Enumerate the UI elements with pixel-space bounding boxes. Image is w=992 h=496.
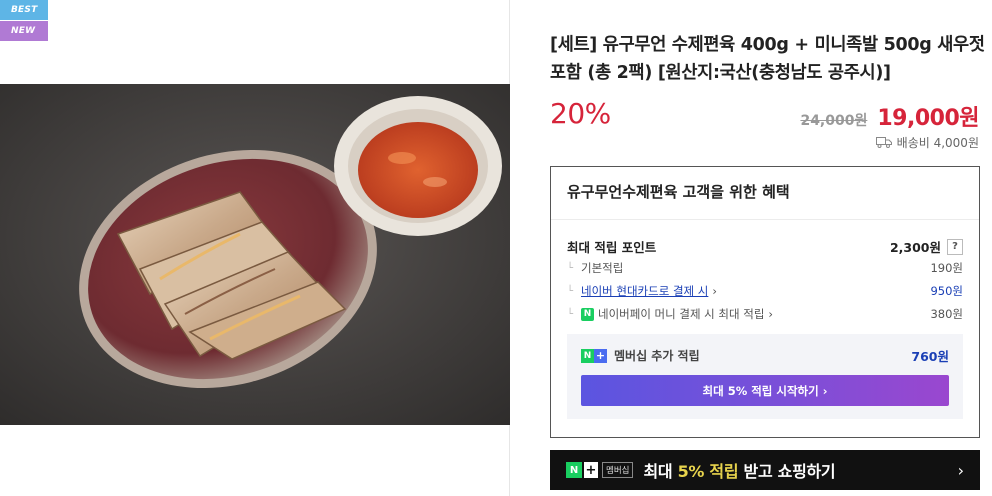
membership-label: 멤버십 추가 적립 — [614, 349, 700, 363]
shipping-fee: 배송비 4,000원 — [875, 134, 979, 151]
sale-price: 19,000원 — [877, 106, 979, 131]
membership-banner[interactable]: N + 멤버십 최대 5% 적립 받고 쇼핑하기 › — [550, 450, 980, 490]
benefit-header: 유구무언수제편육 고객을 위한 혜택 — [551, 167, 979, 220]
tree-branch-icon: └ — [567, 285, 574, 297]
product-image-panel: BEST NEW — [0, 0, 510, 496]
basic-points-row: └ 기본적립 190원 — [567, 260, 963, 276]
banner-text: 최대 5% 적립 받고 쇼핑하기 — [643, 462, 836, 481]
chevron-right-icon: › — [712, 284, 717, 298]
naver-plus-icon: N + — [581, 348, 607, 363]
tree-branch-icon: └ — [567, 308, 574, 320]
card-points-amount: 950원 — [930, 284, 963, 298]
pork-dish-image — [0, 84, 510, 425]
card-points-link[interactable]: 네이버 현대카드로 결제 시 — [581, 283, 708, 299]
naver-plus-membership-logo: N + 멤버십 — [566, 462, 634, 478]
original-price: 24,000원 — [800, 113, 868, 129]
best-badge: BEST — [0, 0, 48, 20]
card-points-row: └ 네이버 현대카드로 결제 시 › 950원 — [567, 283, 963, 299]
new-badge: NEW — [0, 21, 48, 41]
price-group: 24,000원 19,000원 — [800, 100, 979, 132]
max-points-label: 최대 적립 포인트 — [567, 240, 657, 255]
help-button[interactable]: ? — [947, 238, 963, 255]
product-title: [세트] 유구무언 수제편육 400g + 미니족발 500g 새우젓 포함 (… — [550, 35, 985, 83]
basic-points-label: 기본적립 — [581, 261, 624, 275]
benefit-box: 유구무언수제편육 고객을 위한 혜택 최대 적립 포인트 2,300원 ? └ 기… — [550, 166, 980, 438]
discount-rate: 20% — [550, 97, 611, 130]
chevron-right-icon: › — [957, 460, 964, 480]
tree-branch-icon: └ — [567, 262, 574, 274]
shipping-fee-text: 배송비 4,000원 — [896, 136, 979, 150]
naverpay-icon: N — [581, 307, 594, 321]
npay-points-link[interactable]: 네이버페이 머니 결제 시 최대 적립 — [598, 306, 764, 322]
npay-points-row: └ N 네이버페이 머니 결제 시 최대 적립 › 380원 — [567, 306, 963, 322]
npay-points-amount: 380원 — [930, 307, 963, 321]
product-photo[interactable] — [0, 84, 510, 425]
membership-amount: 760원 — [911, 349, 949, 364]
product-info-panel: [세트] 유구무언 수제편육 400g + 미니족발 500g 새우젓 포함 (… — [511, 0, 992, 496]
truck-icon — [875, 137, 892, 148]
basic-points-amount: 190원 — [930, 261, 963, 275]
max-points-row: 최대 적립 포인트 2,300원 ? — [567, 237, 963, 256]
max-points-value: 2,300원 — [889, 240, 941, 255]
chevron-right-icon: › — [768, 307, 774, 321]
start-membership-button[interactable]: 최대 5% 적립 시작하기 › — [581, 375, 949, 406]
membership-box: N + 멤버십 추가 적립 760원 최대 5% 적립 시작하기 › — [567, 334, 963, 419]
membership-row: N + 멤버십 추가 적립 760원 — [581, 346, 949, 365]
